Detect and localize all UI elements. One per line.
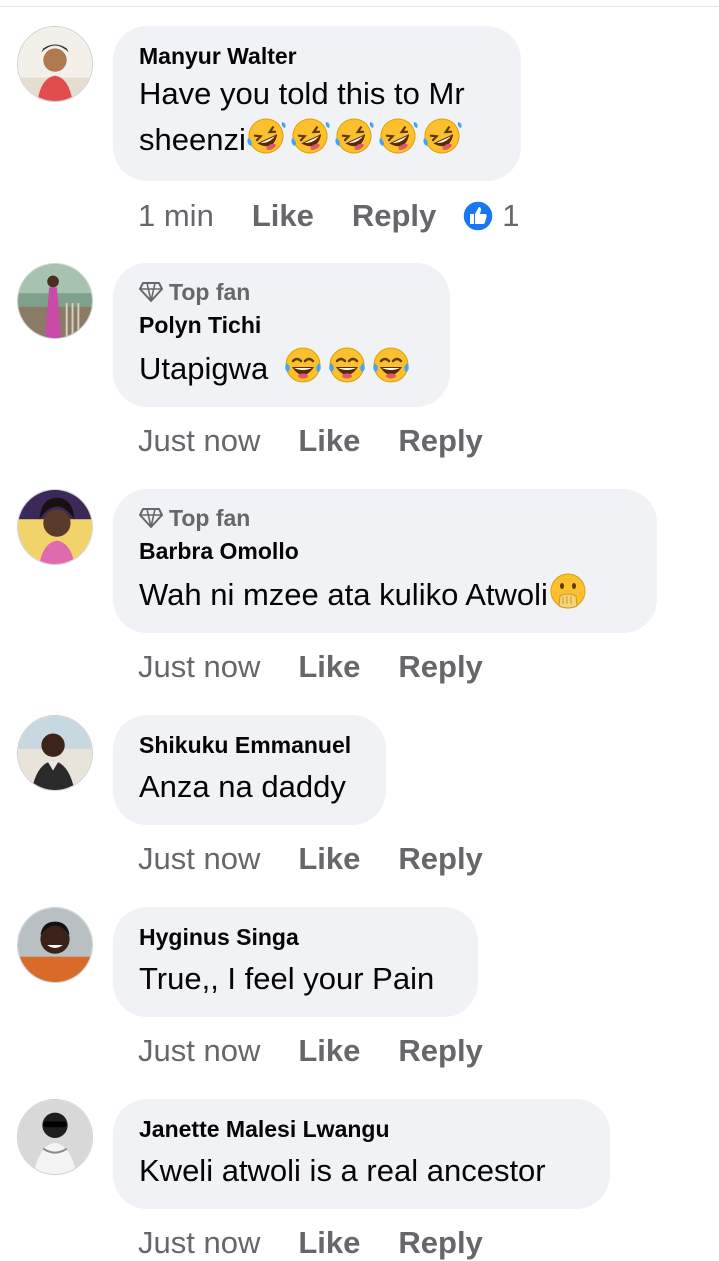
rolling-on-floor-laughing-icon (290, 116, 330, 156)
comment-actions: Just now Like Reply (138, 423, 509, 459)
like-button[interactable]: Like (298, 1033, 360, 1069)
comment-bubble: Manyur Walter Have you told this to Mr s… (113, 26, 521, 181)
rolling-on-floor-laughing-icon (334, 116, 374, 156)
comment-text-part: Utapigwa (139, 351, 269, 386)
like-button[interactable]: Like (298, 841, 360, 877)
comment-text: True,, I feel your Pain (139, 961, 435, 996)
tears-of-joy-icon (327, 345, 367, 385)
top-fan-badge: Top fan (139, 505, 631, 531)
avatar[interactable] (17, 1099, 93, 1175)
comment-bubble: Top fan Polyn Tichi Utapigwa (113, 263, 450, 407)
comment-bubble: Hyginus Singa True,, I feel your Pain (113, 907, 478, 1017)
reply-button[interactable]: Reply (352, 198, 436, 234)
comment-text-part: sheenzi (139, 122, 246, 157)
comment-timestamp[interactable]: Just now (138, 423, 260, 459)
comment-timestamp[interactable]: 1 min (138, 198, 214, 234)
reply-button[interactable]: Reply (398, 423, 482, 459)
reply-button[interactable]: Reply (398, 841, 482, 877)
comment-actions: Just now Like Reply (138, 649, 509, 685)
comment-author[interactable]: Janette Malesi Lwangu (139, 1115, 584, 1143)
avatar[interactable] (17, 715, 93, 791)
like-button[interactable]: Like (298, 649, 360, 685)
comment-timestamp[interactable]: Just now (138, 1225, 260, 1261)
thumbs-up-icon[interactable] (462, 200, 495, 232)
diamond-icon (139, 507, 163, 529)
comment-author[interactable]: Polyn Tichi (139, 311, 424, 339)
top-divider (0, 6, 719, 7)
like-button[interactable]: Like (298, 423, 360, 459)
comment-bubble: Top fan Barbra Omollo Wah ni mzee ata ku… (113, 489, 657, 633)
comment-author[interactable]: Shikuku Emmanuel (139, 731, 360, 759)
comment-text: Utapigwa (139, 345, 424, 391)
avatar[interactable] (17, 26, 93, 102)
reply-button[interactable]: Reply (398, 1033, 482, 1069)
reply-button[interactable]: Reply (398, 1225, 482, 1261)
comment-actions: 1 min Like Reply 1 (138, 198, 520, 234)
comment-actions: Just now Like Reply (138, 1033, 509, 1069)
rolling-on-floor-laughing-icon (422, 116, 462, 156)
comment-bubble: Janette Malesi Lwangu Kweli atwoli is a … (113, 1099, 610, 1209)
like-button[interactable]: Like (298, 1225, 360, 1261)
comment-actions: Just now Like Reply (138, 841, 509, 877)
comment-text: Anza na daddy (139, 769, 346, 804)
reaction-count[interactable]: 1 (502, 198, 519, 234)
like-button[interactable]: Like (252, 198, 314, 234)
comment-author[interactable]: Manyur Walter (139, 42, 495, 70)
top-fan-label: Top fan (169, 504, 251, 531)
comment-text: sheenzi (139, 116, 495, 162)
top-fan-badge: Top fan (139, 279, 424, 305)
diamond-icon (139, 281, 163, 303)
tears-of-joy-icon (371, 345, 411, 385)
comment-text: Wah ni mzee ata kuliko Atwoli (139, 571, 631, 617)
comment-author[interactable]: Hyginus Singa (139, 923, 452, 951)
avatar[interactable] (17, 263, 93, 339)
comment-timestamp[interactable]: Just now (138, 1033, 260, 1069)
comment-text-part: Wah ni mzee ata kuliko Atwoli (139, 577, 548, 612)
top-fan-label: Top fan (169, 278, 251, 305)
comment-timestamp[interactable]: Just now (138, 649, 260, 685)
comment-text: Have you told this to Mr (139, 76, 465, 111)
rolling-on-floor-laughing-icon (246, 116, 286, 156)
comment-timestamp[interactable]: Just now (138, 841, 260, 877)
avatar[interactable] (17, 907, 93, 983)
comment-bubble: Shikuku Emmanuel Anza na daddy (113, 715, 386, 825)
comment-text: Kweli atwoli is a real ancestor (139, 1153, 546, 1188)
comment-actions: Just now Like Reply (138, 1225, 509, 1261)
reply-button[interactable]: Reply (398, 649, 482, 685)
avatar[interactable] (17, 489, 93, 565)
comment-author[interactable]: Barbra Omollo (139, 537, 631, 565)
rolling-on-floor-laughing-icon (378, 116, 418, 156)
tears-of-joy-icon (283, 345, 323, 385)
hand-over-mouth-icon (548, 571, 588, 611)
